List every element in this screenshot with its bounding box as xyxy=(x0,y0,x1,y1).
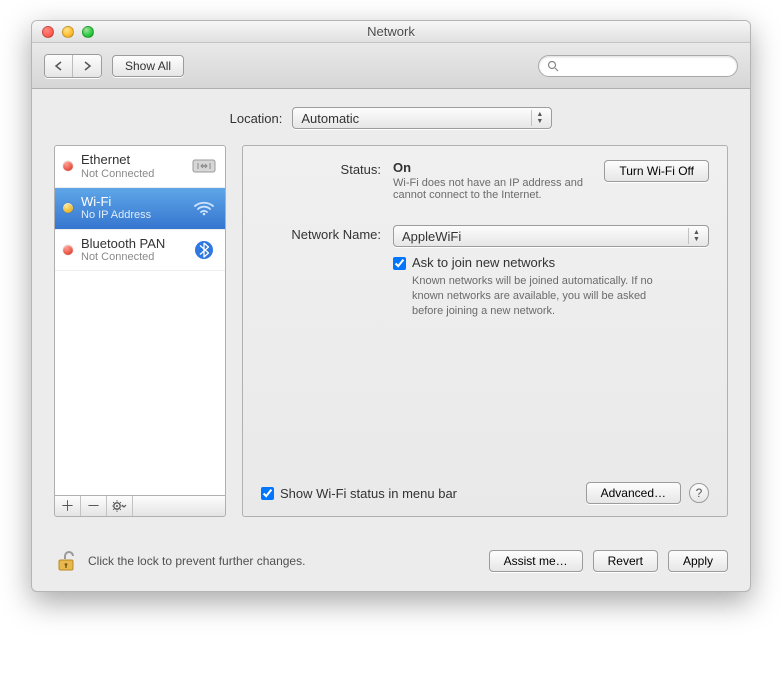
status-dot-icon xyxy=(63,161,73,171)
bluetooth-icon xyxy=(191,240,217,260)
add-connection-button[interactable]: ＋ xyxy=(55,496,81,516)
search-input[interactable] xyxy=(565,59,729,73)
sidebar-item-wifi[interactable]: Wi-Fi No IP Address xyxy=(55,188,225,230)
search-field[interactable] xyxy=(538,55,738,77)
remove-connection-button[interactable]: － xyxy=(81,496,107,516)
status-label: Status: xyxy=(261,160,381,201)
ethernet-icon xyxy=(191,156,217,176)
help-button[interactable]: ? xyxy=(689,483,709,503)
forward-icon xyxy=(83,61,92,71)
connection-status: Not Connected xyxy=(81,168,183,181)
location-value: Automatic xyxy=(301,111,359,126)
ask-join-label: Ask to join new networks xyxy=(412,255,662,270)
close-window-button[interactable] xyxy=(42,26,54,38)
location-row: Location: Automatic ▲▼ xyxy=(54,107,728,129)
back-button[interactable] xyxy=(45,55,73,77)
titlebar: Network xyxy=(32,21,750,43)
connection-actions-button[interactable] xyxy=(107,496,133,516)
toolbar: Show All xyxy=(32,43,750,89)
status-value: On xyxy=(393,160,592,175)
show-all-button[interactable]: Show All xyxy=(112,55,184,77)
status-dot-icon xyxy=(63,245,73,255)
network-name-row: Network Name: AppleWiFi ▲▼ xyxy=(261,225,709,247)
network-name-label: Network Name: xyxy=(261,225,381,247)
network-name-popup[interactable]: AppleWiFi ▲▼ xyxy=(393,225,709,247)
show-status-checkbox[interactable] xyxy=(261,487,274,500)
detail-panel: Status: On Wi-Fi does not have an IP add… xyxy=(242,145,728,517)
connection-status: No IP Address xyxy=(81,209,183,222)
nav-segmented xyxy=(44,54,102,78)
apply-button[interactable]: Apply xyxy=(668,550,728,572)
sidebar: Ethernet Not Connected Wi-Fi No IP Addre… xyxy=(54,145,226,517)
network-preferences-window: Network Show All Location: Automatic ▲▼ xyxy=(31,20,751,592)
connection-name: Ethernet xyxy=(81,152,183,168)
location-popup[interactable]: Automatic ▲▼ xyxy=(292,107,552,129)
sidebar-footer: ＋ － xyxy=(54,495,226,517)
turn-wifi-off-button[interactable]: Turn Wi-Fi Off xyxy=(604,160,709,182)
popup-arrows-icon: ▲▼ xyxy=(688,228,704,244)
forward-button[interactable] xyxy=(73,55,101,77)
ask-join-checkbox[interactable] xyxy=(393,257,406,270)
wifi-icon xyxy=(191,198,217,218)
popup-arrows-icon: ▲▼ xyxy=(531,110,547,126)
unlock-icon xyxy=(56,550,76,572)
footer: Click the lock to prevent further change… xyxy=(32,535,750,591)
status-dot-icon xyxy=(63,203,73,213)
sidebar-item-ethernet[interactable]: Ethernet Not Connected xyxy=(55,146,225,188)
detail-bottom-bar: Show Wi-Fi status in menu bar Advanced… … xyxy=(261,482,709,504)
status-row: Status: On Wi-Fi does not have an IP add… xyxy=(261,160,709,201)
connection-list: Ethernet Not Connected Wi-Fi No IP Addre… xyxy=(54,145,226,495)
show-status-label: Show Wi-Fi status in menu bar xyxy=(280,486,457,501)
lock-text: Click the lock to prevent further change… xyxy=(88,554,305,568)
ask-join-note: Known networks will be joined automatica… xyxy=(412,274,662,319)
connection-status: Not Connected xyxy=(81,251,183,264)
location-label: Location: xyxy=(230,111,283,126)
zoom-window-button[interactable] xyxy=(82,26,94,38)
search-icon xyxy=(547,60,559,72)
sidebar-item-bluetooth-pan[interactable]: Bluetooth PAN Not Connected xyxy=(55,230,225,272)
assist-me-button[interactable]: Assist me… xyxy=(489,550,583,572)
status-note: Wi-Fi does not have an IP address and ca… xyxy=(393,177,592,201)
lock-button[interactable] xyxy=(54,549,78,573)
connection-name: Wi-Fi xyxy=(81,194,183,210)
gear-icon xyxy=(112,500,128,512)
back-icon xyxy=(54,61,63,71)
connection-name: Bluetooth PAN xyxy=(81,236,183,252)
minimize-window-button[interactable] xyxy=(62,26,74,38)
advanced-button[interactable]: Advanced… xyxy=(586,482,681,504)
traffic-lights xyxy=(32,26,94,38)
ask-join-row: Ask to join new networks Known networks … xyxy=(261,253,709,319)
window-title: Network xyxy=(32,24,750,39)
revert-button[interactable]: Revert xyxy=(593,550,658,572)
network-name-value: AppleWiFi xyxy=(402,229,461,244)
